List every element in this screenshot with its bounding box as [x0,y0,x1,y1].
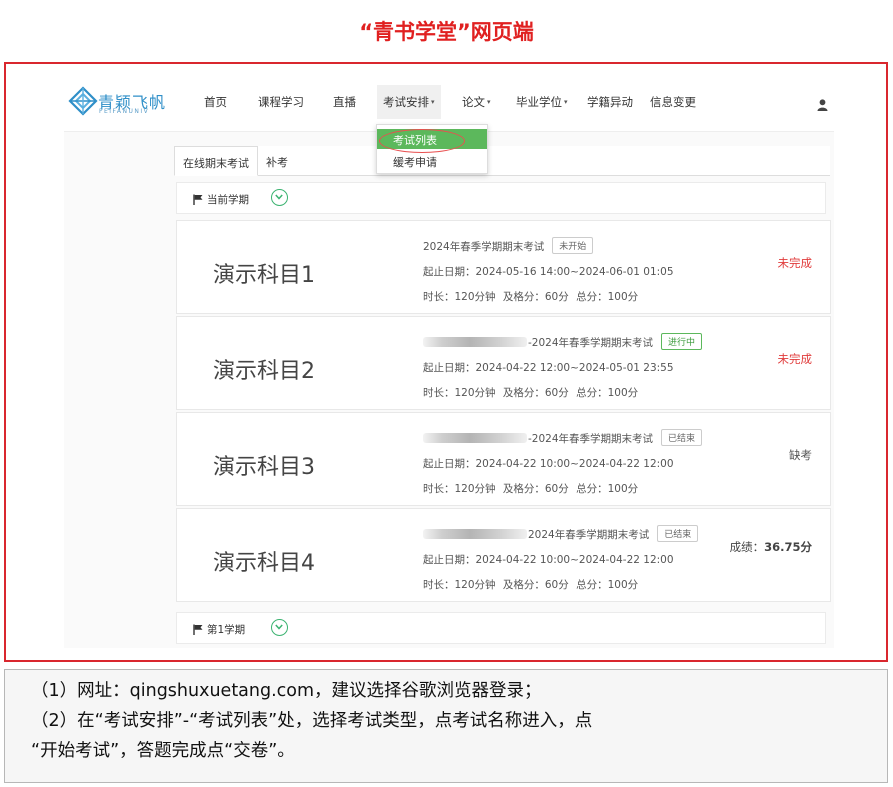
chevron-down-icon[interactable] [271,619,288,636]
exam-date: 起止日期：2024-05-16 14:00~2024-06-01 01:05 [423,266,674,278]
exam-result: 未完成 [777,256,813,270]
logo-subtext: FEIFANUNIV [99,108,150,115]
flag-icon [193,624,203,635]
exam-title: 2024年春季学期期末考试 未开始 [423,237,594,254]
redacted-text [423,529,527,539]
exam-meta: 时长：120分钟 及格分：60分 总分：100分 [423,291,639,303]
exam-card[interactable]: 演示科目1 2024年春季学期期末考试 未开始 起止日期：2024-05-16 1… [176,220,831,314]
status-badge: 进行中 [661,333,703,350]
score-value: 36.75分 [764,540,812,554]
exam-title-text: 2024年春季学期期末考试 [423,241,545,253]
semester-label: 当前学期 [207,194,249,206]
semester-header-current[interactable]: 当前学期 [176,182,826,214]
flag-icon [193,194,203,205]
instruction-line: （2）在“考试安排”-“考试列表”处，选择考试类型，点考试名称进入，点 [31,711,593,731]
instruction-line: “开始考试”，答题完成点“交卷”。 [31,741,295,761]
redacted-text [423,337,527,347]
screenshot-frame: 青颖飞帆 FEIFANUNIV 首页 课程学习 直播 考试安排 ▾ 论文 ▾ 毕业学… [4,62,888,662]
nav-item-course-study[interactable]: 课程学习 [258,94,304,110]
user-icon[interactable] [817,99,828,111]
exam-card[interactable]: 演示科目4 2024年春季学期期末考试 已结束 起止日期：2024-04-22 1… [176,508,831,602]
chevron-down-icon[interactable] [271,189,288,206]
tab-online-final-exam[interactable]: 在线期末考试 [174,146,258,176]
exam-subject[interactable]: 演示科目3 [213,449,315,481]
nav-item-exam-schedule[interactable]: 考试安排 ▾ [377,85,441,119]
status-badge: 已结束 [657,525,699,542]
exam-result: 未完成 [777,352,813,366]
status-badge: 未开始 [552,237,594,254]
top-nav: 青颖飞帆 FEIFANUNIV 首页 课程学习 直播 考试安排 ▾ 论文 ▾ 毕业学… [64,72,834,132]
chevron-down-icon: ▾ [564,98,568,106]
nav-item-exam-schedule-label: 考试安排 [383,95,429,109]
nav-item-info-change[interactable]: 信息变更 [650,94,696,110]
highlight-circle [379,129,465,153]
page-heading: “青书学堂”网页端 [359,20,534,44]
exam-title: -2024年春季学期期末考试 进行中 [423,333,703,350]
instructions-box: （1）网址：qingshuxuetang.com，建议选择谷歌浏览器登录； （2… [4,669,888,783]
exam-meta: 时长：120分钟 及格分：60分 总分：100分 [423,579,639,591]
dropdown-item-exam-list[interactable]: 考试列表 [377,129,487,153]
exam-result: 缺考 [789,448,812,462]
exam-subject[interactable]: 演示科目4 [213,545,315,577]
nav-item-home[interactable]: 首页 [204,94,227,110]
logo-icon [68,86,98,116]
nav-item-status-change[interactable]: 学籍异动 [587,94,633,110]
exam-title-text: -2024年春季学期期末考试 [528,337,654,349]
nav-item-graduation-degree[interactable]: 毕业学位 ▾ [516,94,568,110]
exam-subject[interactable]: 演示科目1 [213,257,315,289]
exam-title: 2024年春季学期期末考试 已结束 [423,525,699,542]
tab-makeup-exam[interactable]: 补考 [258,146,296,176]
nav-item-thesis-label: 论文 [462,95,485,109]
nav-item-graduation-label: 毕业学位 [516,95,562,109]
semester-label: 第1学期 [207,624,246,636]
nav-item-live[interactable]: 直播 [333,94,356,110]
exam-title: -2024年春季学期期末考试 已结束 [423,429,703,446]
dropdown-item-deferral-request[interactable]: 缓考申请 [377,151,487,171]
instruction-line: （1）网址：qingshuxuetang.com，建议选择谷歌浏览器登录； [31,681,542,701]
exam-subject[interactable]: 演示科目2 [213,353,315,385]
exam-card[interactable]: 演示科目2 -2024年春季学期期末考试 进行中 起止日期：2024-04-22 … [176,316,831,410]
exam-type-tabs: 在线期末考试 补考 [174,146,830,176]
chevron-down-icon: ▾ [431,98,435,106]
exam-schedule-dropdown: 考试列表 缓考申请 [376,124,488,174]
exam-date: 起止日期：2024-04-22 10:00~2024-04-22 12:00 [423,554,674,566]
website-screenshot: 青颖飞帆 FEIFANUNIV 首页 课程学习 直播 考试安排 ▾ 论文 ▾ 毕业学… [64,72,834,648]
nav-item-thesis[interactable]: 论文 ▾ [462,94,491,110]
exam-title-text: 2024年春季学期期末考试 [528,529,650,541]
score-label: 成绩： [729,540,765,554]
exam-card[interactable]: 演示科目3 -2024年春季学期期末考试 已结束 起止日期：2024-04-22 … [176,412,831,506]
chevron-down-icon: ▾ [487,98,491,106]
status-badge: 已结束 [661,429,703,446]
exam-meta: 时长：120分钟 及格分：60分 总分：100分 [423,483,639,495]
exam-title-text: -2024年春季学期期末考试 [528,433,654,445]
logo[interactable]: 青颖飞帆 FEIFANUNIV [68,86,178,120]
exam-score: 成绩：36.75分 [730,539,812,555]
exam-date: 起止日期：2024-04-22 12:00~2024-05-01 23:55 [423,362,674,374]
redacted-text [423,433,527,443]
exam-meta: 时长：120分钟 及格分：60分 总分：100分 [423,387,639,399]
semester-header-first[interactable]: 第1学期 [176,612,826,644]
exam-date: 起止日期：2024-04-22 10:00~2024-04-22 12:00 [423,458,674,470]
